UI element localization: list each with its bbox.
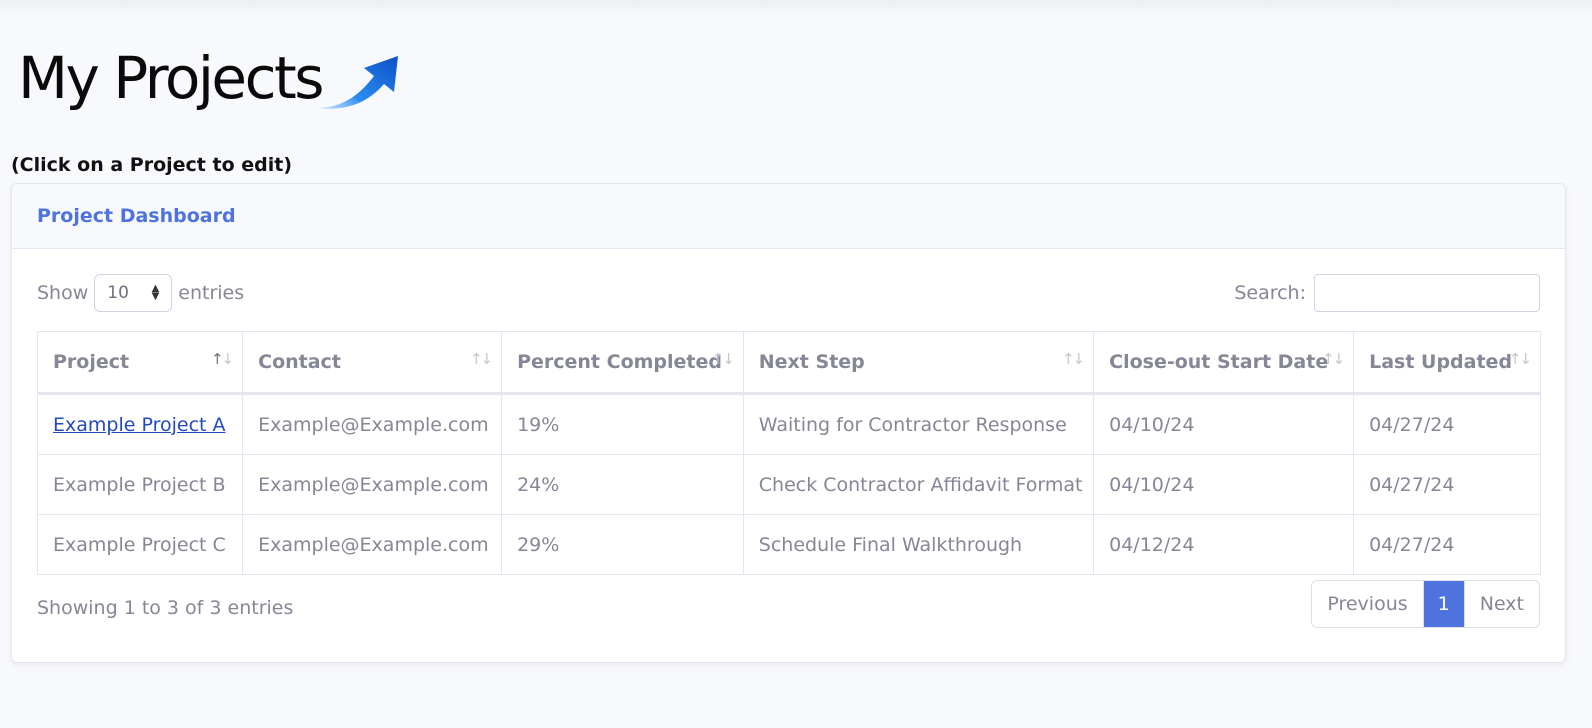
show-label: Show [37, 282, 89, 304]
column-header-last-updated[interactable]: Last Updated ↑↓ [1353, 331, 1541, 395]
updown-caret-icon: ▲ ▼ [151, 283, 160, 302]
contact-cell: Example@Example.com [242, 393, 503, 455]
sort-icon: ↑↓ [469, 350, 493, 368]
sort-ascending-icon: ↑↓ [210, 350, 234, 368]
last-updated-cell: 04/27/24 [1353, 393, 1541, 455]
card-title: Project Dashboard [37, 205, 236, 227]
contact-cell: Example@Example.com [242, 514, 503, 575]
logo: My Projects [18, 40, 404, 116]
column-header-contact[interactable]: Contact ↑↓ [242, 331, 503, 395]
table-row[interactable]: Example Project C Example@Example.com 29… [36, 514, 1541, 575]
closeout-date-cell: 04/12/24 [1093, 514, 1355, 575]
next-step-cell: Schedule Final Walkthrough [742, 514, 1095, 575]
contact-cell: Example@Example.com [242, 454, 503, 515]
column-header-percent-completed[interactable]: Percent Completed ↑↓ [501, 331, 744, 395]
sort-icon: ↑↓ [1508, 350, 1532, 368]
pagination: Previous 1 Next [1311, 580, 1540, 628]
project-cell[interactable]: Example Project B [36, 454, 244, 515]
entries-select[interactable]: 10 ▲ ▼ [94, 274, 173, 312]
edit-hint: (Click on a Project to edit) [11, 154, 293, 176]
next-step-cell: Waiting for Contractor Response [742, 393, 1095, 455]
percent-cell: 19% [501, 393, 744, 455]
column-header-next-step[interactable]: Next Step ↑↓ [742, 331, 1095, 395]
entries-select-value: 10 [107, 283, 129, 303]
table-header-row: Project ↑↓ Contact ↑↓ Percent Completed ↑↓ … [36, 331, 1541, 395]
last-updated-cell: 04/27/24 [1353, 514, 1541, 575]
next-page-button[interactable]: Next [1463, 581, 1539, 627]
card-header: Project Dashboard [12, 184, 1565, 249]
projects-table: Project ↑↓ Contact ↑↓ Percent Completed ↑↓ … [36, 331, 1541, 575]
search-label: Search: [1234, 282, 1306, 304]
sort-icon: ↑↓ [1061, 350, 1085, 368]
column-header-project[interactable]: Project ↑↓ [36, 331, 244, 395]
sort-icon: ↑↓ [711, 350, 735, 368]
table-controls: Show 10 ▲ ▼ entries Search: [37, 274, 1540, 312]
previous-page-button[interactable]: Previous [1312, 581, 1424, 627]
arrow-up-right-icon [315, 56, 398, 109]
table-row[interactable]: Example Project A Example@Example.com 19… [36, 393, 1541, 455]
closeout-date-cell: 04/10/24 [1093, 393, 1355, 455]
project-cell[interactable]: Example Project C [36, 514, 244, 575]
table-row[interactable]: Example Project B Example@Example.com 24… [36, 454, 1541, 515]
top-shadow [0, 0, 1592, 16]
table-info: Showing 1 to 3 of 3 entries [37, 597, 294, 619]
search-input[interactable] [1314, 274, 1540, 312]
entries-length-control: Show 10 ▲ ▼ entries [37, 274, 244, 312]
sort-icon: ↑↓ [1321, 350, 1345, 368]
project-dashboard-card: Project Dashboard Show 10 ▲ ▼ entries Sea… [11, 183, 1566, 663]
project-cell[interactable]: Example Project A [36, 393, 244, 455]
project-link[interactable]: Example Project A [53, 414, 226, 436]
closeout-date-cell: 04/10/24 [1093, 454, 1355, 515]
logo-text: My Projects [18, 44, 324, 112]
next-step-cell: Check Contractor Affidavit Format [742, 454, 1095, 515]
column-header-closeout-start-date[interactable]: Close-out Start Date ↑↓ [1093, 331, 1355, 395]
page-1-button[interactable]: 1 [1423, 581, 1464, 627]
percent-cell: 24% [501, 454, 744, 515]
search-control: Search: [1234, 274, 1540, 312]
entries-label: entries [178, 282, 245, 304]
last-updated-cell: 04/27/24 [1353, 454, 1541, 515]
percent-cell: 29% [501, 514, 744, 575]
